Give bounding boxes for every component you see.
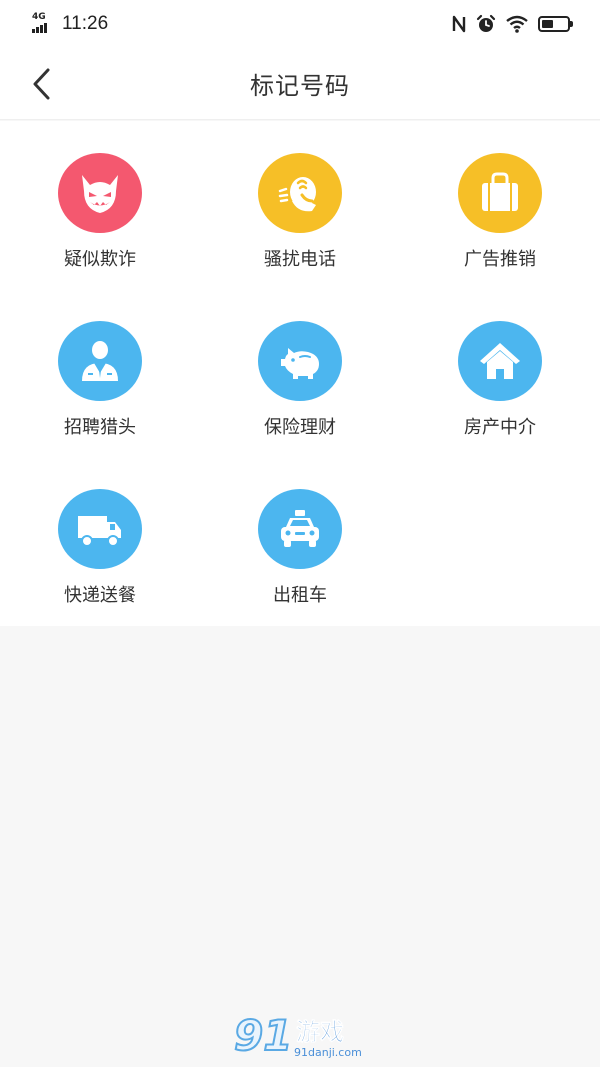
house-icon	[480, 343, 520, 379]
businessman-icon	[82, 341, 118, 381]
category-real-estate[interactable]: 房产中介	[400, 289, 600, 439]
shopping-bag-icon	[482, 172, 518, 211]
page-title: 标记号码	[250, 72, 350, 100]
back-button[interactable]	[22, 64, 62, 104]
category-icon-circle	[258, 321, 342, 401]
status-right	[452, 14, 573, 34]
category-icon-circle	[458, 321, 542, 401]
status-left: 4G 11:26	[32, 12, 109, 35]
delivery-truck-icon	[78, 516, 121, 547]
category-label: 疑似欺诈	[64, 249, 136, 270]
wifi-icon	[506, 15, 528, 33]
category-icon-circle	[58, 489, 142, 569]
devil-face-icon	[82, 175, 118, 213]
watermark-brand: 游戏	[296, 1018, 344, 1046]
category-label: 广告推销	[464, 249, 536, 270]
taxi-icon	[281, 510, 319, 547]
nfc-icon	[452, 15, 466, 33]
alarm-icon	[476, 14, 496, 32]
nav-bar: 标记号码	[0, 48, 600, 120]
watermark-logo: 91 游戏 91danji.com	[233, 1012, 362, 1061]
category-label: 骚扰电话	[264, 249, 336, 270]
watermark-site: 91danji.com	[294, 1046, 362, 1059]
category-suspected-fraud[interactable]: 疑似欺诈	[0, 121, 200, 271]
category-icon-circle	[58, 153, 142, 233]
category-delivery[interactable]: 快递送餐	[0, 457, 200, 607]
category-label: 快递送餐	[64, 585, 136, 606]
category-label: 出租车	[273, 585, 327, 606]
category-icon-circle	[258, 489, 342, 569]
category-icon-circle	[258, 153, 342, 233]
piggy-bank-icon	[281, 348, 319, 379]
phone-call-icon	[278, 177, 316, 212]
chevron-left-icon	[33, 68, 50, 100]
category-advertising[interactable]: 广告推销	[400, 121, 600, 271]
category-grid: 疑似欺诈 骚扰电话 广告推销 招聘猎头 保险理财 房产中介 快递送餐 出租车	[0, 121, 600, 626]
category-icon-circle	[458, 153, 542, 233]
category-label: 房产中介	[464, 417, 536, 438]
category-harassment-call[interactable]: 骚扰电话	[200, 121, 400, 271]
status-time: 11:26	[62, 13, 109, 34]
category-label: 招聘猎头	[64, 417, 136, 438]
watermark-logo-number: 91	[234, 1012, 292, 1060]
category-taxi[interactable]: 出租车	[200, 457, 400, 607]
category-icon-circle	[58, 321, 142, 401]
category-insurance-finance[interactable]: 保险理财	[200, 289, 400, 439]
signal-icon: 4G	[32, 12, 54, 35]
status-bar: 4G 11:26	[0, 0, 600, 48]
network-type: 4G	[32, 12, 46, 22]
category-recruitment[interactable]: 招聘猎头	[0, 289, 200, 439]
category-label: 保险理财	[264, 417, 336, 438]
battery-icon	[538, 16, 573, 32]
